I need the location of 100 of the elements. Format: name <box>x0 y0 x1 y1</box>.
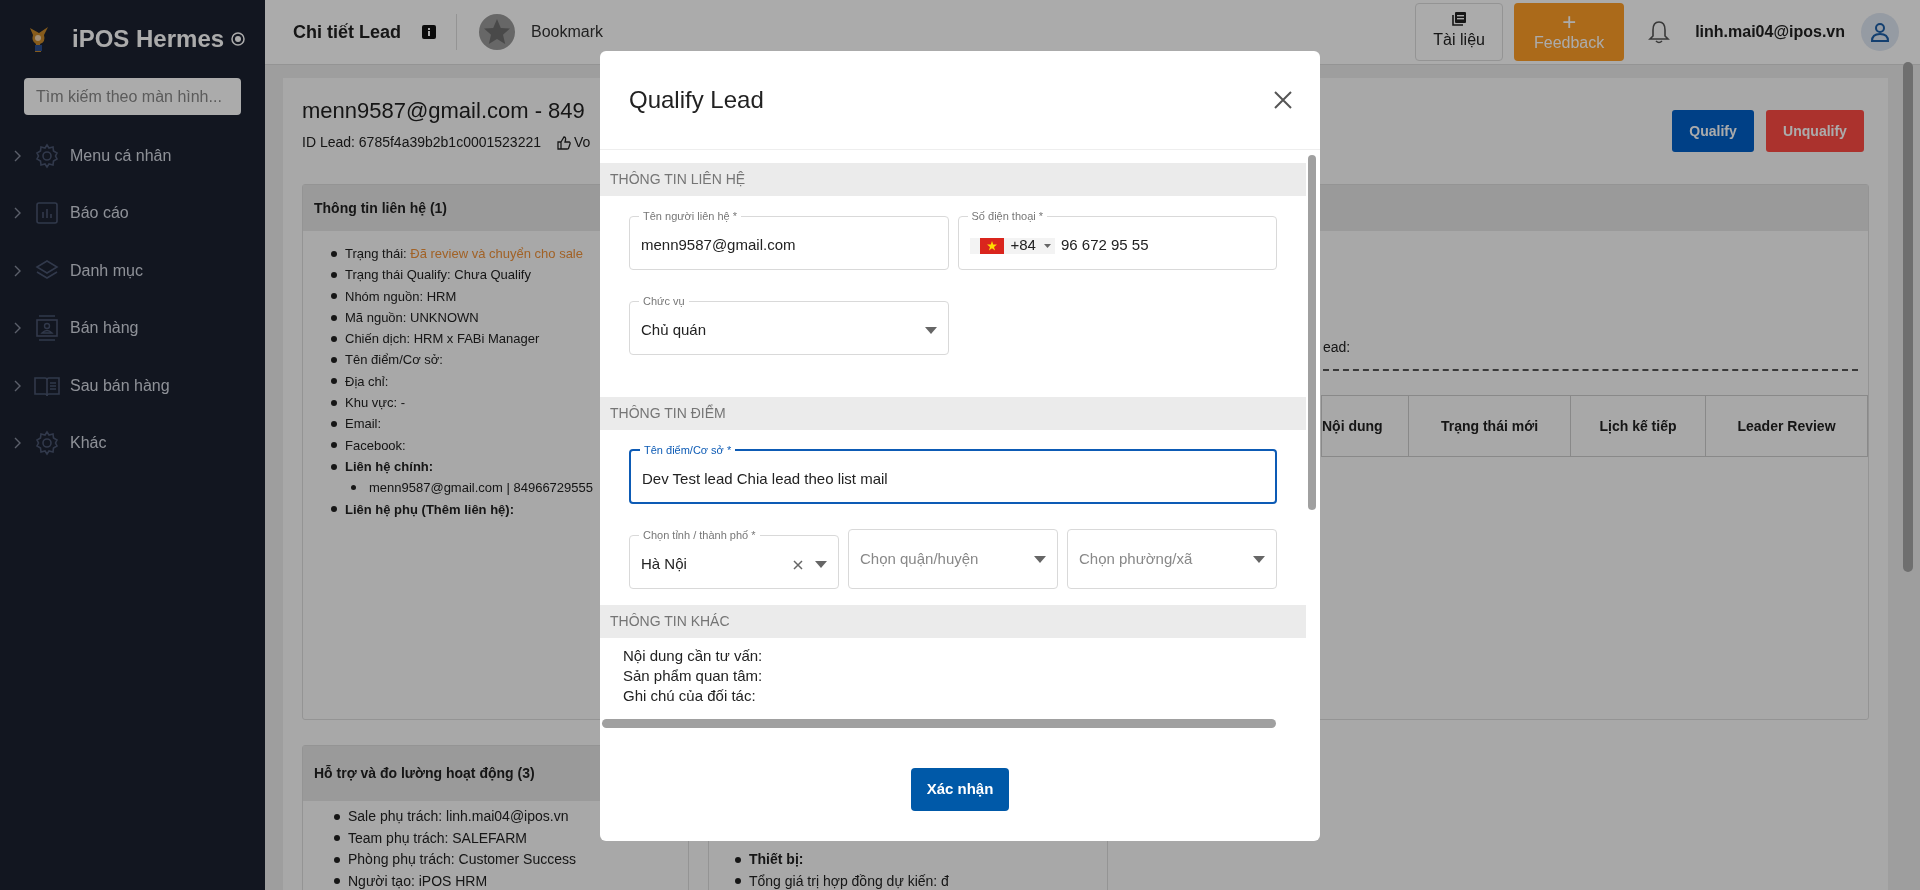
menu-item[interactable]: Menu cá nhân <box>0 127 265 185</box>
phone-field[interactable]: Số điện thoại * +84 96 672 95 55 <box>957 210 1277 270</box>
chevron-icon <box>14 149 22 162</box>
bullet-icon <box>331 421 337 427</box>
select-field[interactable]: Chọn tỉnh / thành phố * Hà Nội <box>629 529 839 589</box>
chevron-icon <box>14 322 22 335</box>
info-line: Người tạo: iPOS HRM <box>348 871 488 890</box>
info-heading: Liên hệ phụ (Thêm liên hệ): <box>345 500 514 519</box>
input-field[interactable]: Tên người liên hệ * menn9587@gmail.com <box>629 210 949 270</box>
menu-item[interactable]: Báo cáo <box>0 184 265 242</box>
bullet-icon <box>331 506 337 513</box>
column-header: Lịch kế tiếp <box>1570 396 1705 456</box>
vote-link[interactable]: Vo <box>574 132 591 153</box>
avatar-icon[interactable] <box>1861 13 1899 51</box>
info-line: Facebook: <box>345 436 406 455</box>
bullet-icon <box>334 835 340 842</box>
field-label: Ghi chú của đối tác: <box>623 686 757 706</box>
info-line: Chiến dịch: HRM x FABi Manager <box>345 330 540 349</box>
bullet-icon <box>331 250 337 257</box>
info-line: menn9587@gmail.com | 84966729555 <box>369 479 593 498</box>
select-field[interactable]: Chức vụ Chủ quán <box>629 295 949 355</box>
input-field[interactable]: Tên điểm/Cơ sở * Dev Test lead Chia lead theo list mail <box>629 444 1277 504</box>
close-icon[interactable] <box>1274 91 1292 109</box>
scrollbar-thumb[interactable] <box>1903 62 1913 572</box>
dialog-title: Qualify Lead <box>629 85 764 115</box>
menu-item[interactable]: Khác <box>0 414 265 472</box>
menu-item[interactable]: Danh mục <box>0 242 265 300</box>
gear-icon <box>34 142 60 169</box>
country-code-select[interactable]: +84 <box>969 237 1055 254</box>
info-line: Sale phụ trách: linh.mai04@ipos.vn <box>348 807 569 826</box>
bullet-icon <box>331 335 337 342</box>
flag-icon <box>979 237 1004 254</box>
caret-icon <box>1043 243 1051 248</box>
documents-icon <box>1452 12 1467 26</box>
status-text: Trạng thái: Đã review và chuyển cho sale <box>345 245 583 263</box>
user-email[interactable]: linh.mai04@ipos.vn <box>1695 20 1845 44</box>
menu-item[interactable]: Bán hàng <box>0 299 265 357</box>
select-field[interactable]: Chọn phường/xã <box>1067 529 1277 589</box>
chevron-icon <box>14 379 22 392</box>
bullet-icon <box>735 856 741 863</box>
column-header: Leader Review <box>1705 396 1867 456</box>
caret-icon[interactable] <box>815 561 827 568</box>
search-field[interactable]: Tìm kiếm theo màn hình... <box>24 78 241 115</box>
scrollbar-thumb[interactable] <box>1308 155 1316 510</box>
bookmark-link[interactable]: Bookmark <box>531 20 604 44</box>
card-title: Thông tin liên hệ (1) <box>314 198 447 218</box>
menu-item[interactable]: Sau bán hàng <box>0 357 265 415</box>
qualify-button[interactable]: Qualify <box>1672 110 1754 152</box>
contact-card-icon <box>34 315 60 342</box>
info-heading: Thiết bị: <box>749 850 804 869</box>
info-line: Khu vực: - <box>345 394 405 413</box>
radio-icon[interactable] <box>231 32 245 46</box>
bullet-icon <box>331 378 337 385</box>
documents-button[interactable]: Tài liệu <box>1415 3 1504 61</box>
section-header: THÔNG TIN ĐIỂM <box>600 397 1306 430</box>
info-icon[interactable] <box>422 25 436 39</box>
thumbs-up-icon[interactable] <box>557 135 571 150</box>
info-line: Mã nguồn: UNKNOWN <box>345 308 479 327</box>
caret-icon[interactable] <box>1034 555 1046 563</box>
clear-icon[interactable] <box>793 559 803 570</box>
column-header: Trạng thái mới <box>1408 396 1570 456</box>
info-line: Địa chỉ: <box>345 372 389 391</box>
bullet-icon <box>331 293 337 300</box>
field-label: Sản phẩm quan tâm: <box>623 666 764 686</box>
field-label: Nội dung cần tư vấn: <box>623 646 764 666</box>
info-line: Trạng thái Qualify: Chưa Qualify <box>345 266 531 285</box>
section-header: THÔNG TIN LIÊN HỆ <box>600 163 1306 196</box>
page-title: Chi tiết Lead <box>293 20 401 44</box>
lead-id: ID Lead: 6785f4a39b2b1c0001523221 <box>302 133 541 152</box>
bullet-icon <box>331 399 337 406</box>
info-line: Tên điểm/Cơ sở: <box>345 351 443 370</box>
section-header: THÔNG TIN KHÁC <box>600 605 1306 638</box>
info-line: Email: <box>345 415 382 434</box>
bell-icon[interactable] <box>1648 20 1671 44</box>
history-label: ead: <box>1323 339 1351 355</box>
bar-chart-icon <box>34 200 60 227</box>
caret-icon[interactable] <box>924 327 937 334</box>
info-line: Team phụ trách: SALEFARM <box>348 828 527 848</box>
bullet-icon <box>331 271 337 278</box>
info-line: Phòng phụ trách: Customer Success <box>348 850 576 869</box>
column-header: Nội dung <box>1322 416 1384 436</box>
bullet-icon <box>331 463 337 470</box>
lead-title: menn9587@gmail.com - 849 <box>302 97 586 125</box>
bullet-icon <box>351 485 356 491</box>
bullet-icon <box>331 357 337 364</box>
card-title: Hỗ trợ và đo lường hoạt động (3) <box>314 764 535 783</box>
bullet-icon <box>334 878 340 885</box>
bullet-icon <box>334 856 340 863</box>
info-line: Nhóm nguồn: HRM <box>345 287 457 306</box>
select-field[interactable]: Chọn quận/huyện <box>848 529 1058 589</box>
scrollbar-thumb[interactable] <box>602 719 1276 728</box>
info-heading: Liên hệ chính: <box>345 457 434 476</box>
brand-name: iPOS Hermes <box>72 24 225 54</box>
caret-icon[interactable] <box>1253 555 1265 563</box>
confirm-button[interactable]: Xác nhận <box>911 768 1009 811</box>
bullet-icon <box>735 878 741 885</box>
gear-icon <box>34 430 60 457</box>
bullet-icon <box>331 314 337 321</box>
bullet-icon <box>331 442 337 449</box>
info-line: Tổng giá trị hợp đồng dự kiến: đ <box>749 871 949 890</box>
